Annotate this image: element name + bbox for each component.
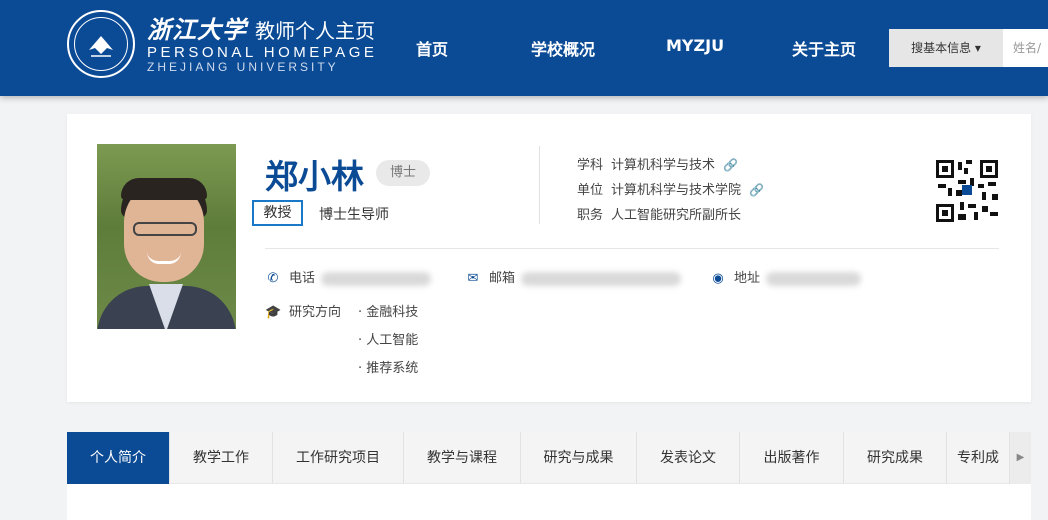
- search-category-select[interactable]: 搜基本信息 ▾: [889, 29, 1003, 67]
- contact-phone: ✆ 电话: [265, 267, 432, 286]
- info-unit: 单位 计算机科学与技术学院 🔗: [577, 179, 764, 198]
- location-pin-icon: ◉: [712, 271, 724, 286]
- research-item: · 人工智能: [358, 333, 419, 348]
- logo-english-title: PERSONAL HOMEPAGE: [147, 44, 378, 61]
- info-value[interactable]: 计算机科学与技术: [611, 158, 715, 173]
- profile-card: 郑小林 博士 教授 博士生导师 学科 计算机科学与技术 🔗 单位 计算机科学与技术学院…: [67, 114, 1031, 402]
- nav-myzju[interactable]: MYZJU: [666, 36, 724, 55]
- nav-about[interactable]: 关于主页: [792, 36, 856, 60]
- photo-glasses: [133, 222, 197, 236]
- profile-tabs: 个人简介 教学工作 工作研究项目 教学与课程 研究与成果 发表论文 出版著作 研…: [67, 432, 1031, 484]
- title-tag[interactable]: 教授: [252, 200, 303, 226]
- research-label: 研究方向: [289, 305, 342, 320]
- info-position: 职务 人工智能研究所副所长: [577, 204, 741, 223]
- qr-code-icon[interactable]: [934, 158, 1000, 224]
- university-seal-logo[interactable]: [67, 10, 135, 78]
- search-box: 搜基本信息 ▾: [889, 29, 1048, 67]
- tab-achievements[interactable]: 研究成果: [844, 432, 947, 484]
- profile-photo: [97, 144, 236, 329]
- photo-hair-top: [121, 178, 207, 200]
- horizontal-divider: [265, 248, 999, 249]
- info-label: 职务: [577, 208, 604, 223]
- tab-books[interactable]: 出版著作: [740, 432, 844, 484]
- research-item: · 金融科技: [358, 305, 419, 320]
- info-value[interactable]: 计算机科学与技术学院: [611, 183, 741, 198]
- address-label: 地址: [734, 271, 761, 286]
- supervisor-role: 博士生导师: [319, 207, 389, 223]
- phone-redacted: [321, 271, 432, 286]
- email-redacted: [521, 271, 682, 286]
- seal-emblem-icon: [89, 36, 113, 57]
- email-label: 邮箱: [489, 271, 516, 286]
- tabs-scroll-right-icon[interactable]: ▶: [1010, 432, 1031, 484]
- nav-school-overview[interactable]: 学校概况: [531, 36, 595, 60]
- info-discipline: 学科 计算机科学与技术 🔗: [577, 154, 738, 173]
- nav-home[interactable]: 首页: [416, 36, 448, 60]
- phone-label: 电话: [289, 271, 316, 286]
- info-label: 学科: [577, 158, 604, 173]
- tab-personal-intro[interactable]: 个人简介: [67, 432, 170, 484]
- email-icon: ✉: [467, 271, 479, 286]
- research-item: · 推荐系统: [358, 361, 419, 376]
- link-icon[interactable]: 🔗: [749, 183, 764, 197]
- search-input[interactable]: [1003, 29, 1048, 67]
- tab-patents[interactable]: 专利成: [947, 432, 1010, 484]
- tab-research-projects[interactable]: 工作研究项目: [273, 432, 404, 484]
- link-icon[interactable]: 🔗: [723, 158, 738, 172]
- contact-email: ✉ 邮箱: [465, 267, 682, 286]
- tab-publications[interactable]: 发表论文: [637, 432, 740, 484]
- logo-cn: 浙江大学: [147, 15, 247, 44]
- teacher-name: 郑小林: [265, 157, 364, 196]
- degree-badge: 博士: [376, 160, 430, 186]
- logo-subtitle: 教师个人主页: [255, 19, 375, 43]
- graduation-cap-icon: 🎓: [265, 305, 282, 320]
- address-redacted: [766, 271, 862, 286]
- research-direction: 🎓 研究方向: [265, 301, 341, 320]
- info-value: 人工智能研究所副所长: [611, 208, 742, 223]
- phone-icon: ✆: [267, 271, 279, 286]
- info-label: 单位: [577, 183, 604, 198]
- logo-title: 浙江大学 教师个人主页: [147, 10, 375, 45]
- logo-english-university: ZHEJIANG UNIVERSITY: [147, 60, 339, 74]
- tab-research-results[interactable]: 研究与成果: [521, 432, 637, 484]
- site-header: 浙江大学 教师个人主页 PERSONAL HOMEPAGE ZHEJIANG UN…: [0, 0, 1048, 96]
- contact-address: ◉ 地址: [710, 267, 862, 286]
- vertical-divider: [539, 146, 540, 224]
- tab-content: [67, 484, 1031, 520]
- tab-teaching-courses[interactable]: 教学与课程: [404, 432, 521, 484]
- tab-teaching-work[interactable]: 教学工作: [170, 432, 273, 484]
